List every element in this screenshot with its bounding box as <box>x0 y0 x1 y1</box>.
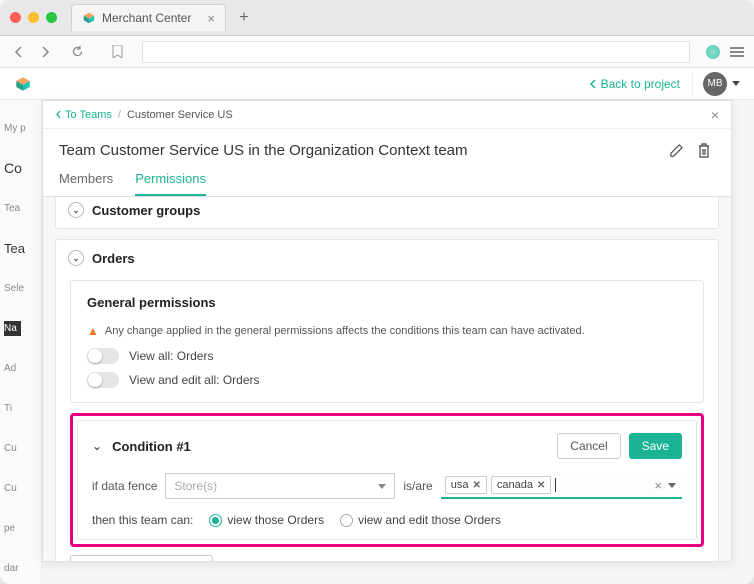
condition-title: Condition #1 <box>112 439 191 454</box>
section-title: Customer groups <box>92 203 200 218</box>
chevron-down-icon[interactable]: ⌄ <box>92 439 102 453</box>
remove-tag-icon[interactable]: ✕ <box>537 480 545 491</box>
section-title: Orders <box>92 251 135 266</box>
address-bar[interactable] <box>142 41 690 63</box>
save-button[interactable]: Save <box>629 433 682 459</box>
then-label: then this team can: <box>92 513 193 527</box>
avatar: MB <box>703 72 727 96</box>
chevron-down-icon: ⌄ <box>68 250 84 266</box>
chevron-down-icon: ⌄ <box>68 202 84 218</box>
if-label: if data fence <box>92 479 157 493</box>
general-permissions-card: General permissions ▲ Any change applied… <box>70 280 704 403</box>
new-tab-button[interactable]: + <box>232 6 256 30</box>
panel-tabs: Members Permissions <box>43 161 731 197</box>
back-button[interactable] <box>10 43 28 61</box>
tag-canada: canada✕ <box>491 476 551 494</box>
dropdown-icon[interactable] <box>668 483 676 488</box>
chevron-left-icon <box>589 79 597 89</box>
background-sidebar: My p Co Tea Tea Sele Na Ad Ti Cu Cu pe d… <box>0 100 42 584</box>
clear-all-icon[interactable]: × <box>654 478 662 493</box>
traffic-lights <box>10 12 57 23</box>
section-orders[interactable]: ⌄ Orders <box>56 240 718 276</box>
bookmark-icon[interactable] <box>108 43 126 61</box>
warning-message: ▲ Any change applied in the general perm… <box>87 324 687 338</box>
close-tab-icon[interactable]: × <box>207 11 215 26</box>
minimize-window[interactable] <box>28 12 39 23</box>
browser-menu-icon[interactable] <box>730 47 744 57</box>
delete-button[interactable] <box>693 139 715 161</box>
browser-tab[interactable]: Merchant Center × <box>71 4 226 31</box>
tab-title: Merchant Center <box>102 11 191 25</box>
forward-button[interactable] <box>36 43 54 61</box>
isare-label: is/are <box>403 479 432 493</box>
back-to-project-link[interactable]: Back to project <box>589 77 680 91</box>
remove-tag-icon[interactable]: ✕ <box>472 480 480 491</box>
breadcrumb-separator: / <box>118 109 121 121</box>
data-fence-select[interactable]: Store(s) <box>165 473 395 499</box>
radio-icon <box>209 514 222 527</box>
toggle-edit-all[interactable] <box>87 372 119 388</box>
store-tag-input[interactable]: usa✕ canada✕ × <box>441 473 682 499</box>
page-title: Team Customer Service US in the Organiza… <box>59 142 659 159</box>
toggle-label: View all: Orders <box>129 349 213 363</box>
add-condition-button[interactable]: Add another condition <box>70 555 213 561</box>
toggle-view-all[interactable] <box>87 348 119 364</box>
close-panel-icon[interactable]: × <box>711 107 719 123</box>
warning-icon: ▲ <box>87 324 99 338</box>
tab-permissions[interactable]: Permissions <box>135 171 206 196</box>
general-permissions-heading: General permissions <box>87 295 687 310</box>
chevron-left-icon <box>55 110 62 119</box>
radio-view[interactable]: view those Orders <box>209 513 324 527</box>
section-customer-groups[interactable]: ⌄ Customer groups <box>56 197 718 228</box>
condition-card: ⌄ Condition #1 Cancel Save if data fence <box>77 420 697 540</box>
text-cursor <box>555 478 556 492</box>
breadcrumb-back-link[interactable]: To Teams <box>55 109 112 121</box>
tag-usa: usa✕ <box>445 476 487 494</box>
close-window[interactable] <box>10 12 21 23</box>
browser-titlebar: Merchant Center × + <box>0 0 754 36</box>
reload-button[interactable] <box>68 43 86 61</box>
browser-toolbar <box>0 36 754 68</box>
radio-edit[interactable]: view and edit those Orders <box>340 513 501 527</box>
app-favicon <box>82 11 96 25</box>
app-topbar: Back to project MB <box>0 68 754 100</box>
tab-members[interactable]: Members <box>59 171 113 196</box>
highlighted-condition-area: ⌄ Condition #1 Cancel Save if data fence <box>70 413 704 547</box>
hint-bulb-icon[interactable] <box>706 45 720 59</box>
app-logo-icon <box>14 75 32 93</box>
cancel-button[interactable]: Cancel <box>557 433 620 459</box>
caret-down-icon <box>732 81 740 86</box>
radio-icon <box>340 514 353 527</box>
breadcrumb-current: Customer Service US <box>127 109 233 121</box>
breadcrumb: To Teams / Customer Service US × <box>43 101 731 129</box>
toggle-label: View and edit all: Orders <box>129 373 260 387</box>
maximize-window[interactable] <box>46 12 57 23</box>
user-menu[interactable]: MB <box>692 72 740 96</box>
team-panel: To Teams / Customer Service US × Team Cu… <box>42 100 732 562</box>
edit-button[interactable] <box>665 139 687 161</box>
